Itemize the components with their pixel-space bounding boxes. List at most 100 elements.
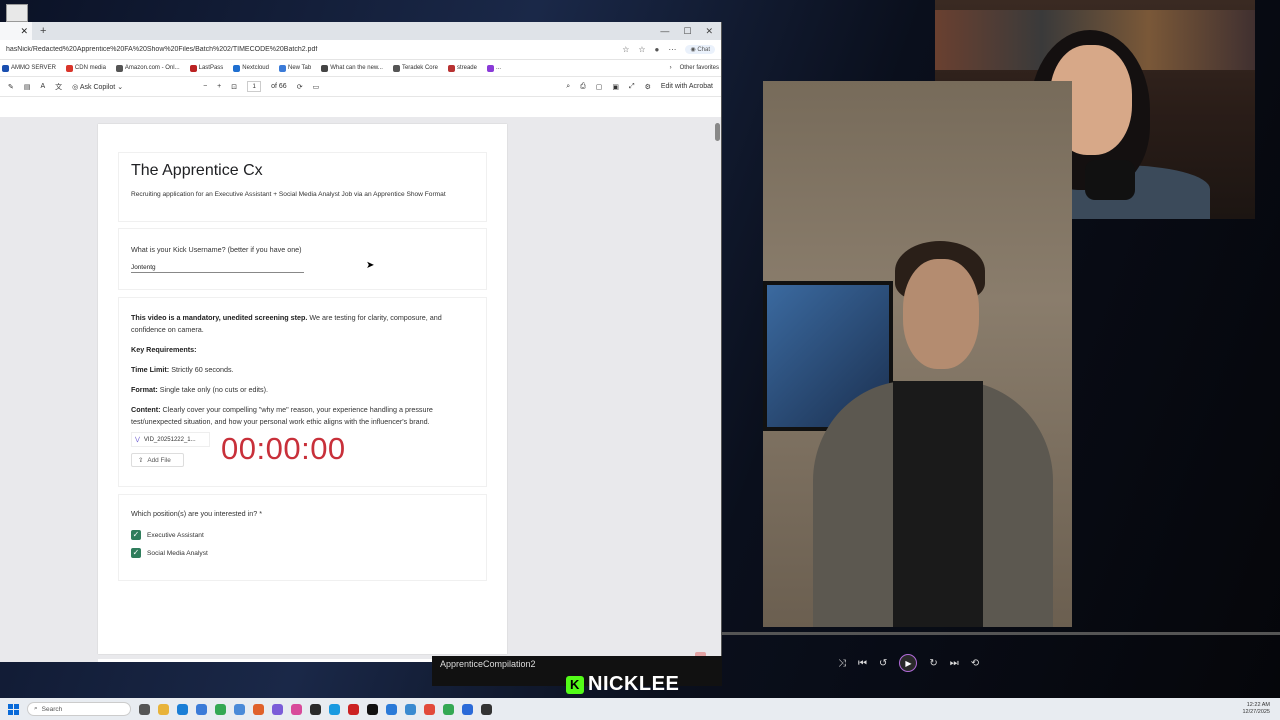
bookmark-item[interactable]: Nextcloud xyxy=(233,64,269,72)
pdf-viewer[interactable]: The Apprentice Cx Recruiting application… xyxy=(0,117,721,662)
time-limit-line: Time Limit: Strictly 60 seconds. xyxy=(131,364,476,376)
checkbox-checked-icon[interactable]: ✓ xyxy=(131,548,141,558)
page-number-input[interactable]: 1 xyxy=(247,81,262,92)
position-option[interactable]: ✓ Social Media Analyst xyxy=(131,548,208,558)
kick-question: What is your Kick Username? (better if y… xyxy=(131,245,302,254)
checkbox-checked-icon[interactable]: ✓ xyxy=(131,530,141,540)
app-icon[interactable] xyxy=(329,703,340,715)
more-menu-icon[interactable]: ⋯ xyxy=(668,45,676,54)
candidate-shirt xyxy=(893,381,983,627)
upload-icon: ⇪ xyxy=(138,457,144,464)
print-icon[interactable]: ⎙ xyxy=(580,83,586,91)
taskbar-search[interactable]: ⌕ Search xyxy=(27,702,131,716)
pdf-page: The Apprentice Cx Recruiting application… xyxy=(98,124,507,654)
play-button[interactable]: ▶ xyxy=(899,654,918,672)
bookmark-icon xyxy=(189,64,197,72)
bookmark-item[interactable]: What can the new... xyxy=(321,64,383,72)
bookmark-icon xyxy=(447,64,455,72)
bookmark-item[interactable]: Teradek Core xyxy=(392,64,438,72)
bookmark-label: What can the new... xyxy=(330,65,383,71)
app-icon[interactable] xyxy=(462,703,473,715)
key-requirements-heading: Key Requirements: xyxy=(131,344,476,356)
edit-with-acrobat-button[interactable]: Edit with Acrobat xyxy=(661,83,713,90)
zoom-in-icon[interactable]: + xyxy=(217,83,221,90)
candidate-video[interactable] xyxy=(763,81,1072,627)
next-icon[interactable]: ⏭ xyxy=(950,658,959,669)
previous-icon[interactable]: ⏮ xyxy=(858,658,867,669)
app-icon[interactable] xyxy=(367,703,378,715)
discord-icon[interactable] xyxy=(272,703,283,715)
fullscreen-icon[interactable]: ⤢ xyxy=(629,83,635,91)
position-option[interactable]: ✓ Executive Assistant xyxy=(131,530,204,540)
app-icon[interactable] xyxy=(348,703,359,715)
uploaded-file-chip[interactable]: ⋁ VID_20251222_1... xyxy=(131,432,210,447)
find-icon[interactable]: ⌕ xyxy=(566,83,570,91)
browser-window: ✕ + — ☐ ✕ hasNick/Redacted%20Apprentice%… xyxy=(0,22,722,662)
save-icon[interactable]: ▢ xyxy=(596,83,603,91)
url-field[interactable]: hasNick/Redacted%20Apprentice%20FA%20Sho… xyxy=(6,46,622,53)
file-explorer-icon[interactable] xyxy=(158,703,169,715)
video-file-icon: ⋁ xyxy=(135,437,140,443)
forward-icon[interactable]: ↻ xyxy=(929,658,937,669)
bookmark-icon xyxy=(2,64,9,72)
ask-copilot-button[interactable]: ◎ Ask Copilot ⌄ xyxy=(72,83,123,91)
copilot-icon: ◉ xyxy=(690,47,696,53)
close-window-icon[interactable]: ✕ xyxy=(705,26,713,37)
app-icon[interactable] xyxy=(291,703,302,715)
edge-icon[interactable] xyxy=(177,703,188,715)
media-player-icon[interactable] xyxy=(481,703,492,715)
app-icon[interactable] xyxy=(386,703,397,715)
rewind-icon[interactable]: ↺ xyxy=(879,658,887,669)
zoom-out-icon[interactable]: − xyxy=(203,83,207,90)
chat-label: Chat xyxy=(697,47,710,53)
bookmark-item[interactable]: AMMO SERVER xyxy=(2,64,56,72)
active-tab[interactable]: ✕ xyxy=(0,22,32,40)
chevron-right-icon[interactable]: › xyxy=(670,65,672,71)
task-view-icon[interactable] xyxy=(139,703,150,715)
page-view-icon[interactable]: ▭ xyxy=(313,83,320,91)
content-value: Clearly cover your compelling "why me" r… xyxy=(131,405,433,426)
favorite-star-icon[interactable]: ☆ xyxy=(622,45,629,54)
tab-close-icon[interactable]: ✕ xyxy=(20,26,28,37)
save-as-icon[interactable]: ▣ xyxy=(612,83,619,91)
store-icon[interactable] xyxy=(196,703,207,715)
other-favorites[interactable]: Other favorites xyxy=(680,65,719,71)
chrome-icon[interactable] xyxy=(215,703,226,715)
collections-icon[interactable]: ☆ xyxy=(638,45,645,54)
app-icon[interactable] xyxy=(253,703,264,715)
bookmark-item[interactable]: streade xyxy=(447,64,477,72)
new-tab-button[interactable]: + xyxy=(40,25,46,37)
bookmark-item[interactable]: New Tab xyxy=(278,64,311,72)
minimize-icon[interactable]: — xyxy=(660,26,669,37)
draw-icon[interactable]: ✎ xyxy=(8,83,14,91)
bookmark-item[interactable]: CDN media xyxy=(65,64,106,72)
window-controls: — ☐ ✕ xyxy=(660,26,721,37)
translate-icon[interactable]: 文 xyxy=(55,82,62,92)
obs-icon[interactable] xyxy=(310,703,321,715)
uploaded-file-name: VID_20251222_1... xyxy=(143,436,196,443)
rotate-icon[interactable]: ⟳ xyxy=(297,83,303,91)
repeat-icon[interactable]: ⟲ xyxy=(971,658,979,669)
fit-page-icon[interactable]: ⊡ xyxy=(231,83,237,91)
profile-avatar[interactable]: ● xyxy=(655,45,660,54)
app-icon[interactable] xyxy=(405,703,416,715)
app-icon[interactable] xyxy=(234,703,245,715)
add-file-button[interactable]: ⇪ Add File xyxy=(131,453,184,467)
format-label: Format: xyxy=(131,385,158,394)
bookmark-item[interactable]: LastPass xyxy=(189,64,223,72)
shuffle-icon[interactable]: ⤨ xyxy=(838,658,846,669)
app-icon[interactable] xyxy=(424,703,435,715)
maximize-icon[interactable]: ☐ xyxy=(683,26,691,37)
desktop-file-icon[interactable] xyxy=(6,4,28,22)
system-clock[interactable]: 12:22 AM 12/27/2025 xyxy=(1242,702,1280,716)
bookmark-item[interactable]: Amazon.com - Onl... xyxy=(115,64,180,72)
bookmark-item[interactable]: ... xyxy=(486,64,501,72)
read-aloud-icon[interactable]: A xyxy=(41,83,46,90)
contents-icon[interactable]: ▤ xyxy=(24,83,31,91)
chrome-icon[interactable] xyxy=(443,703,454,715)
settings-icon[interactable]: ⚙ xyxy=(645,83,651,91)
scrollbar-thumb[interactable] xyxy=(715,123,720,141)
video-seek-bar[interactable] xyxy=(722,632,1280,635)
windows-start-icon[interactable] xyxy=(8,703,19,715)
copilot-chat-button[interactable]: ◉ Chat xyxy=(685,45,715,54)
